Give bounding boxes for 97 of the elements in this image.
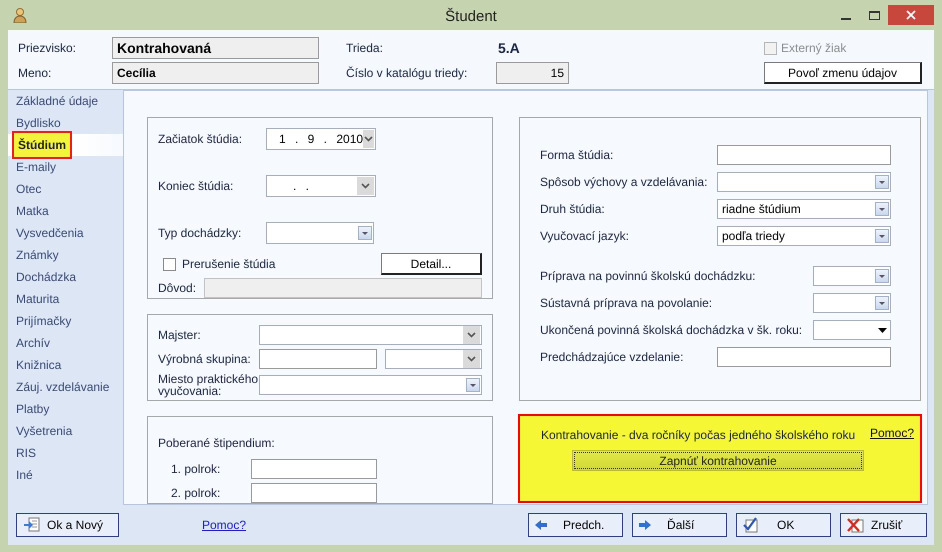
footer-button[interactable]: OK [736,513,832,537]
caret-down-icon [470,384,476,386]
sidebar-item[interactable]: RIS [8,442,40,464]
input-field[interactable] [251,483,377,503]
arrow-left-icon [535,520,548,530]
help-link[interactable]: Pomoc? [202,516,246,534]
caret-down-icon [879,180,885,184]
checkbox-label: Externý žiak [781,40,846,57]
field-label: Typ dochádzky: [158,226,242,240]
field-label: Dôvod: [158,281,196,295]
detail-button[interactable]: Detail... [381,253,482,275]
dropdown[interactable] [717,172,891,192]
field-label: 2. polrok: [171,486,220,500]
sidebar-item[interactable]: Knižnica [8,354,66,376]
caret-down-icon [362,232,368,234]
window-title: Študent [445,6,497,27]
input-field[interactable] [717,347,891,367]
field-label: Začiatok štúdia: [158,132,242,146]
chevron-down-icon [467,356,476,362]
footer-button[interactable]: Predch. [528,513,624,537]
sidebar-item[interactable]: Archív [8,332,54,354]
field-label: Majster: [158,328,201,342]
field-label: Číslo v katalógu triedy: [346,66,468,80]
dropdown[interactable]: . . [266,175,376,197]
chevron-down-icon [467,332,476,338]
field-label: 1. polrok: [171,462,220,476]
notice-text: Kontrahovanie - dva ročníky počas jedného školského roku [541,427,856,444]
person-icon [12,7,28,23]
sidebar-item[interactable]: Základné údaje [8,90,102,112]
caret-down-icon [879,302,885,304]
dropdown[interactable] [266,222,374,244]
dropdown[interactable] [385,349,482,369]
footer-button[interactable]: Zrušiť [840,513,928,537]
sidebar-item[interactable]: Známky [8,244,63,266]
field-label: Spôsob výchovy a vzdelávania: [540,175,708,189]
field-label: Sústavná príprava na povolanie: [540,296,712,310]
input-field[interactable] [717,145,891,165]
help-link[interactable]: Pomoc? [870,424,914,444]
dropdown[interactable] [813,293,891,313]
sidebar-item[interactable]: Dochádzka [8,266,80,288]
field-label: Miesto praktického vyučovania: [158,372,258,398]
sidebar-item[interactable]: Platby [8,398,54,420]
field-label: Ukončená povinná školská dochádzka v šk. roku: [540,323,802,337]
sidebar-item[interactable]: Prijímačky [8,310,76,332]
footer-button[interactable]: Ok a Nový [16,513,119,537]
close-button[interactable] [888,5,934,25]
field-label: Predchádzajúce vzdelanie: [540,350,684,364]
caret-down-icon [879,274,885,278]
group-title: Poberané štipendium: [158,435,276,452]
sidebar-item[interactable]: Otec [8,178,46,200]
dropdown[interactable] [813,266,891,286]
input-field[interactable] [251,459,377,479]
field-label: Meno: [18,66,52,80]
sidebar-item[interactable]: E-maily [8,156,60,178]
checkbox-label: Prerušenie štúdia [182,256,276,273]
sidebar-item[interactable]: Štúdium [12,131,72,159]
field-label: Trieda: [346,41,383,55]
dropdown[interactable] [259,375,482,395]
caret-down-icon [879,234,885,238]
field-label: Výrobná skupina: [158,352,251,366]
footer-button[interactable]: Ďalší [632,513,728,537]
dropdown[interactable]: 1 . 9 . 2010 [266,128,376,150]
input-field[interactable]: 15 [496,62,569,84]
close-icon [906,10,916,20]
sidebar-item[interactable]: Iné [8,464,37,486]
sidebar-item[interactable]: Bydlisko [8,112,65,134]
maximize-icon [868,10,880,20]
class-value: 5.A [498,40,520,56]
field-label: Forma štúdia: [540,148,614,162]
cancel-icon [847,517,866,533]
dropdown[interactable] [259,325,482,345]
arrow-right-icon [639,520,652,530]
input-field[interactable] [259,349,377,369]
sidebar-item[interactable]: Matka [8,200,53,222]
input-field[interactable]: Cecília [112,62,319,84]
field-label: Vyučovací jazyk: [540,229,629,243]
dropdown[interactable]: podľa triedy [717,226,891,246]
enable-contraction-button[interactable]: Zapnúť kontrahovanie [572,450,864,471]
chevron-down-icon [364,136,374,142]
unlock-button[interactable]: Povoľ zmenu údajov [764,62,922,84]
field-label: Druh štúdia: [540,202,605,216]
dropdown[interactable] [813,320,891,340]
sidebar-item[interactable]: Vysvedčenia [8,222,88,244]
sidebar-item[interactable]: Záuj. vzdelávanie [8,376,114,398]
dropdown[interactable]: riadne štúdium [717,199,891,219]
caret-down-icon [878,328,886,332]
field-label: Priezvisko: [18,41,76,55]
chevron-down-icon [361,183,370,189]
field-label: Koniec štúdia: [158,179,234,193]
document-arrow-icon [23,517,41,533]
caret-down-icon [879,208,885,210]
field-label: Príprava na povinnú školskú dochádzku: [540,269,756,283]
sidebar-item[interactable]: Maturita [8,288,64,310]
input-field[interactable]: Kontrahovaná [112,37,319,59]
checkbox[interactable] [163,258,176,270]
minimize-icon [841,18,851,20]
sidebar-item[interactable]: Vyšetrenia [8,420,76,442]
